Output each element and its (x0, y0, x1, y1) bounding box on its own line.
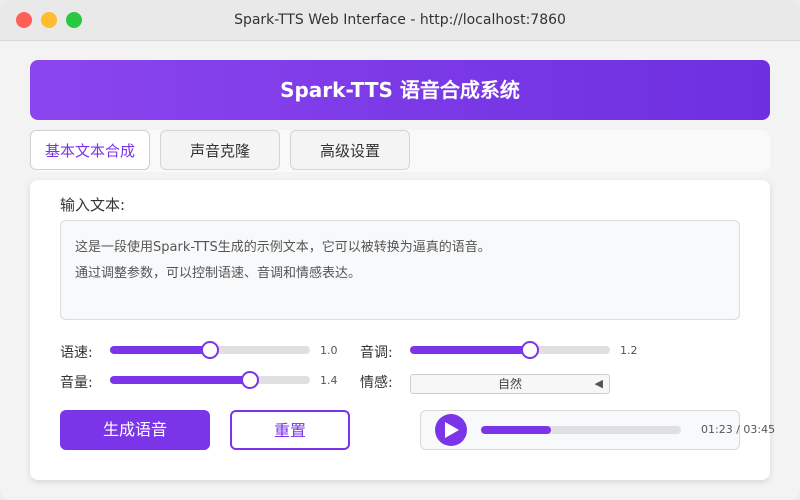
pitch-slider-thumb[interactable] (521, 341, 539, 359)
emotion-label: 情感: (360, 375, 393, 391)
speed-slider-thumb[interactable] (201, 341, 219, 359)
tab-voice-clone[interactable]: 声音克隆 (160, 130, 280, 170)
caret-left-icon: ◀ (594, 377, 603, 390)
pitch-value: 1.2 (620, 344, 638, 357)
text-line: 通过调整参数，可以控制语速、音调和情感表达。 (75, 266, 362, 281)
generate-button[interactable]: 生成语音 (60, 410, 210, 450)
speed-slider[interactable] (110, 341, 310, 359)
window-title: Spark-TTS Web Interface - http://localho… (234, 12, 566, 28)
title-bar: Spark-TTS Web Interface - http://localho… (0, 0, 800, 41)
play-button[interactable] (435, 414, 467, 446)
emotion-select[interactable]: 自然 ◀ (410, 374, 610, 394)
pitch-label: 音调: (360, 345, 393, 361)
speed-label: 语速: (60, 345, 93, 361)
app-header: Spark-TTS 语音合成系统 (30, 60, 770, 120)
synthesis-panel: 输入文本: 这是一段使用Spark-TTS生成的示例文本，它可以被转换为逼真的语… (30, 180, 775, 480)
pitch-slider[interactable] (410, 341, 610, 359)
emotion-selected-value: 自然 (497, 377, 522, 391)
play-icon (445, 422, 459, 438)
volume-label: 音量: (60, 375, 93, 391)
volume-slider[interactable] (110, 371, 310, 389)
input-text-label: 输入文本: (60, 196, 126, 214)
app-window: Spark-TTS Web Interface - http://localho… (0, 0, 800, 500)
playback-progress-fill (481, 426, 551, 434)
pitch-slider-fill (410, 346, 530, 354)
speed-slider-fill (110, 346, 210, 354)
volume-value: 1.4 (320, 374, 338, 387)
audio-player: 01:23 / 03:45 (420, 410, 775, 450)
tab-advanced-settings[interactable]: 高级设置 (290, 130, 410, 170)
volume-slider-thumb[interactable] (241, 371, 259, 389)
text-input[interactable]: 这是一段使用Spark-TTS生成的示例文本，它可以被转换为逼真的语音。 通过调… (60, 220, 740, 320)
playback-progress[interactable] (481, 426, 681, 434)
volume-slider-fill (110, 376, 250, 384)
reset-button[interactable]: 重置 (230, 410, 350, 450)
text-line: 这是一段使用Spark-TTS生成的示例文本，它可以被转换为逼真的语音。 (75, 240, 491, 255)
playback-time: 01:23 / 03:45 (701, 423, 776, 436)
speed-value: 1.0 (320, 344, 338, 357)
tab-bar: 基本文本合成 声音克隆 高级设置 (30, 130, 770, 172)
tab-basic-synthesis[interactable]: 基本文本合成 (30, 130, 150, 170)
